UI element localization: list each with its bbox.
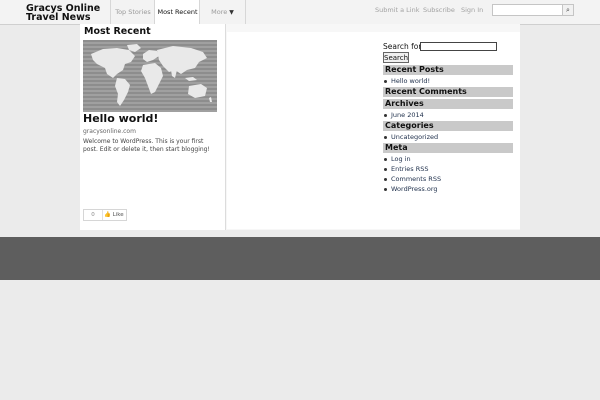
sidebar-search-input[interactable] [420,42,497,51]
tab-top-stories[interactable]: Top Stories [110,0,155,24]
tab-more[interactable]: More ▼ [199,0,246,24]
search-icon: ⌕ [566,6,570,14]
section-title: Most Recent [84,26,151,37]
recent-comments-heading: Recent Comments [383,87,513,97]
category-item[interactable]: Uncategorized [383,133,438,141]
tab-most-recent[interactable]: Most Recent [154,0,200,24]
top-search-button[interactable]: ⌕ [562,4,574,16]
post-title[interactable]: Hello world! [83,112,158,125]
archive-item[interactable]: June 2014 [384,111,424,119]
tab-label: Top Stories [115,8,151,16]
meta-item-entries-rss[interactable]: Entries RSS [383,165,428,173]
post-thumbnail[interactable] [83,40,217,112]
like-widget: 0 👍 Like [83,209,127,221]
thumbs-up-icon: 👍 [104,212,111,218]
like-count: 0 [84,210,103,220]
sidebar-search-label: Search for: [383,42,424,51]
tab-label: More [211,8,228,16]
middle-column [227,32,376,229]
tab-label: Most Recent [157,8,198,16]
like-button[interactable]: 👍 Like [104,210,124,220]
post-excerpt: Welcome to WordPress. This is your first… [83,138,210,153]
post-source[interactable]: gracysonline.com [83,128,136,135]
meta-heading: Meta [383,143,513,153]
categories-heading: Categories [383,121,513,131]
recent-posts-heading: Recent Posts [383,65,513,75]
like-label: Like [112,212,124,218]
top-bar: Gracys Online Travel News Top Stories Mo… [0,0,600,25]
caret-down-icon: ▼ [229,9,234,16]
meta-item-comments-rss[interactable]: Comments RSS [383,175,441,183]
meta-item-log-in[interactable]: Log in [384,155,411,163]
recent-post-item[interactable]: Hello world! [383,77,430,85]
world-map-image [91,44,212,106]
footer [0,237,600,280]
subscribe-link[interactable]: Subscribe [423,0,455,20]
sidebar-search-button[interactable]: Search [383,52,409,63]
sign-in-link[interactable]: Sign In [461,0,483,20]
site-title[interactable]: Gracys Online Travel News [26,4,111,23]
submit-link[interactable]: Submit a Link [375,0,419,20]
top-search-input[interactable] [492,4,563,16]
archives-heading: Archives [383,99,513,109]
meta-item-wordpress-org[interactable]: WordPress.org [384,185,438,193]
